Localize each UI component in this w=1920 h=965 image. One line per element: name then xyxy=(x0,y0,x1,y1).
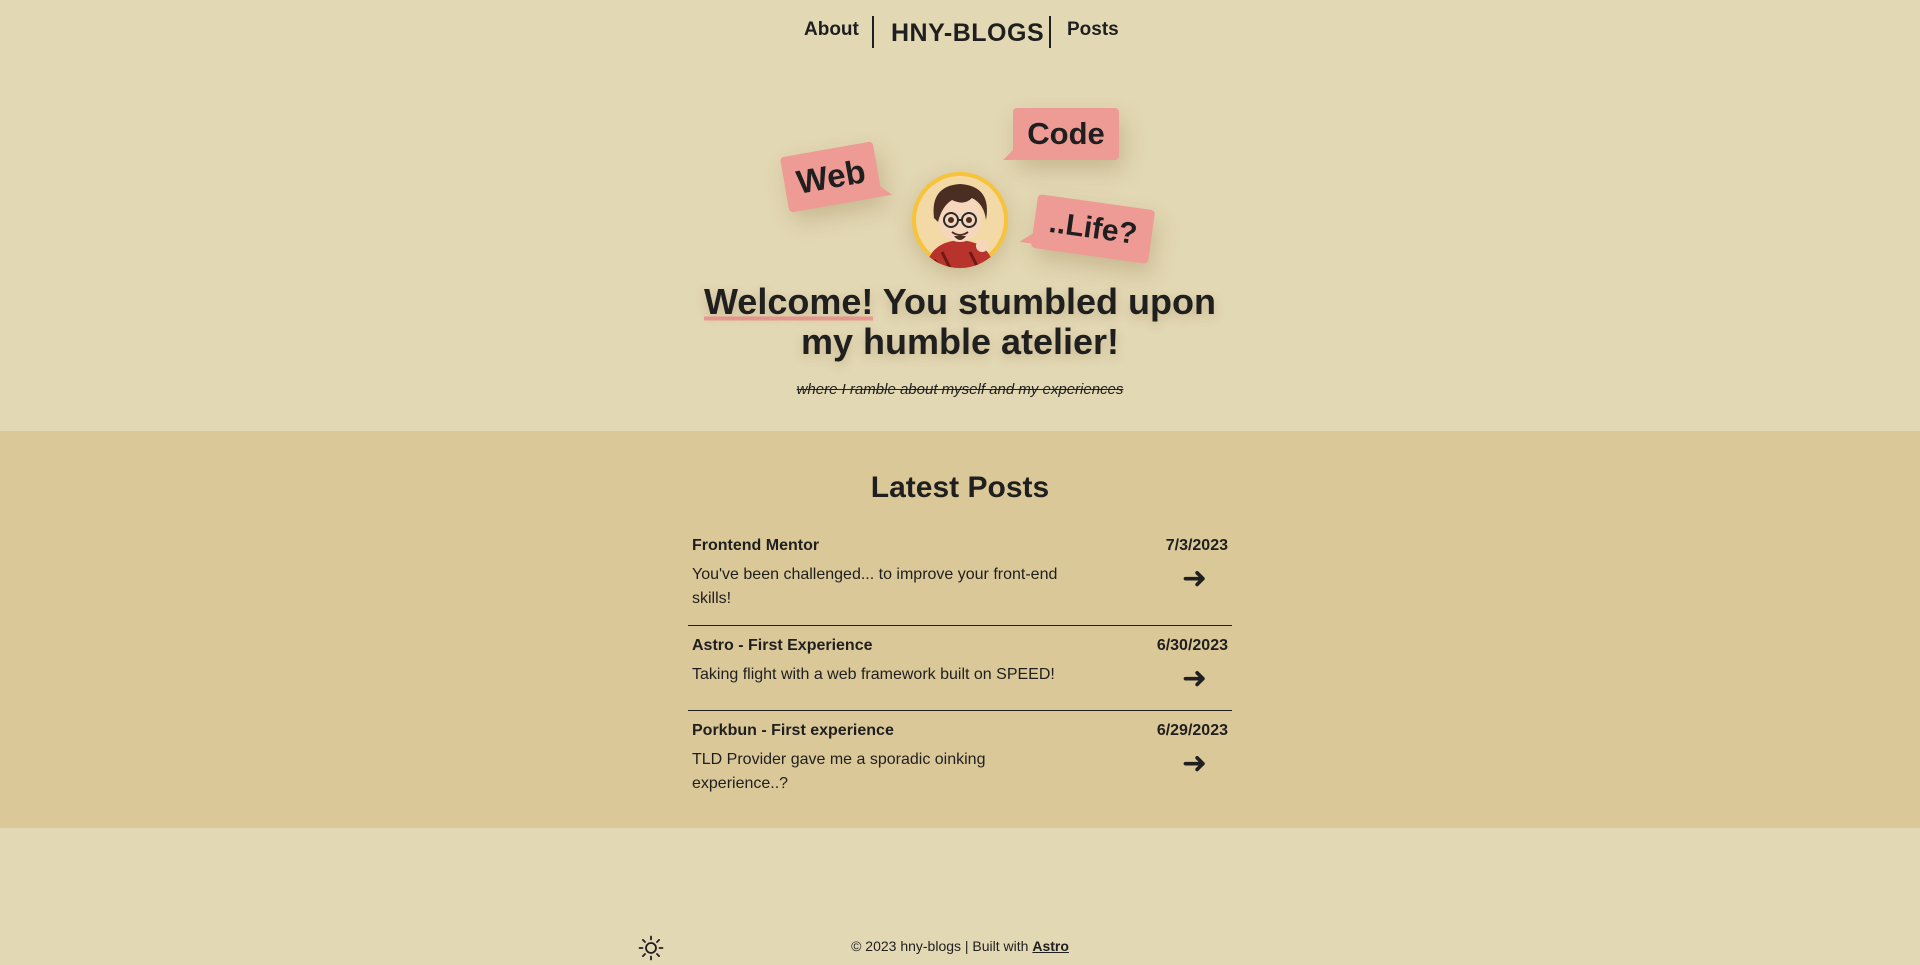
bubble-label: ..Life? xyxy=(1047,206,1140,251)
top-nav: About HNY-BLOGS Posts xyxy=(0,0,1920,60)
nav-divider xyxy=(1049,16,1051,48)
post-description: Taking flight with a web framework built… xyxy=(692,666,1055,683)
latest-posts-title: Latest Posts xyxy=(870,471,1050,504)
bubble-tail xyxy=(1019,230,1036,244)
welcome-emphasis: Welcome! xyxy=(703,281,874,322)
speech-bubble-web: Web xyxy=(779,141,892,213)
post-date: 6/30/2023 xyxy=(1156,637,1228,654)
chibi-avatar-icon xyxy=(912,172,1008,268)
avatar xyxy=(912,172,1008,268)
post-description: You've been challenged... to improve you… xyxy=(692,566,1058,607)
read-post-arrow-icon[interactable]: ➜ xyxy=(1182,664,1207,694)
post-title: Astro - First Experience xyxy=(692,637,873,654)
bubble-label: Code xyxy=(1027,116,1105,151)
welcome-heading: Welcome! You stumbled upon my humble ate… xyxy=(680,281,1240,362)
post-description: TLD Provider gave me a sporadic oinking … xyxy=(692,751,986,792)
hero-section: Web Code ..Life? Welcome! You stumbled u… xyxy=(0,60,1920,431)
list-item: Astro - First Experience 6/30/2023 Takin… xyxy=(688,625,1232,710)
list-item: Frontend Mentor 7/3/2023 You've been cha… xyxy=(688,528,1232,625)
post-list: Frontend Mentor 7/3/2023 You've been cha… xyxy=(688,528,1232,795)
read-post-arrow-icon[interactable]: ➜ xyxy=(1182,564,1207,594)
footer-copyright: © 2023 hny-blogs | Built with Astro xyxy=(0,938,1920,954)
nav-about-link[interactable]: About xyxy=(804,19,859,41)
hero-tagline: where I ramble about myself and my exper… xyxy=(796,381,1124,398)
list-item: Porkbun - First experience 6/29/2023 TLD… xyxy=(688,710,1232,795)
nav-posts-link[interactable]: Posts xyxy=(1067,19,1119,41)
bubble-tail xyxy=(1003,148,1015,160)
speech-bubble-life: ..Life? xyxy=(1019,194,1156,264)
bubble-tail xyxy=(875,180,892,198)
post-date: 7/3/2023 xyxy=(1165,537,1228,554)
footer-text: © 2023 hny-blogs | Built with xyxy=(851,938,1033,954)
post-title: Frontend Mentor xyxy=(692,537,820,554)
site-brand-link[interactable]: HNY-BLOGS xyxy=(891,19,1044,48)
post-title: Porkbun - First experience xyxy=(692,722,894,739)
read-post-arrow-icon[interactable]: ➜ xyxy=(1182,749,1207,779)
speech-bubble-code: Code xyxy=(1003,108,1119,160)
latest-posts-section: Latest Posts Frontend Mentor 7/3/2023 Yo… xyxy=(0,431,1920,828)
astro-link[interactable]: Astro xyxy=(1032,938,1069,954)
nav-divider xyxy=(872,16,874,48)
bubble-label: Web xyxy=(793,152,869,201)
post-date: 6/29/2023 xyxy=(1156,722,1228,739)
